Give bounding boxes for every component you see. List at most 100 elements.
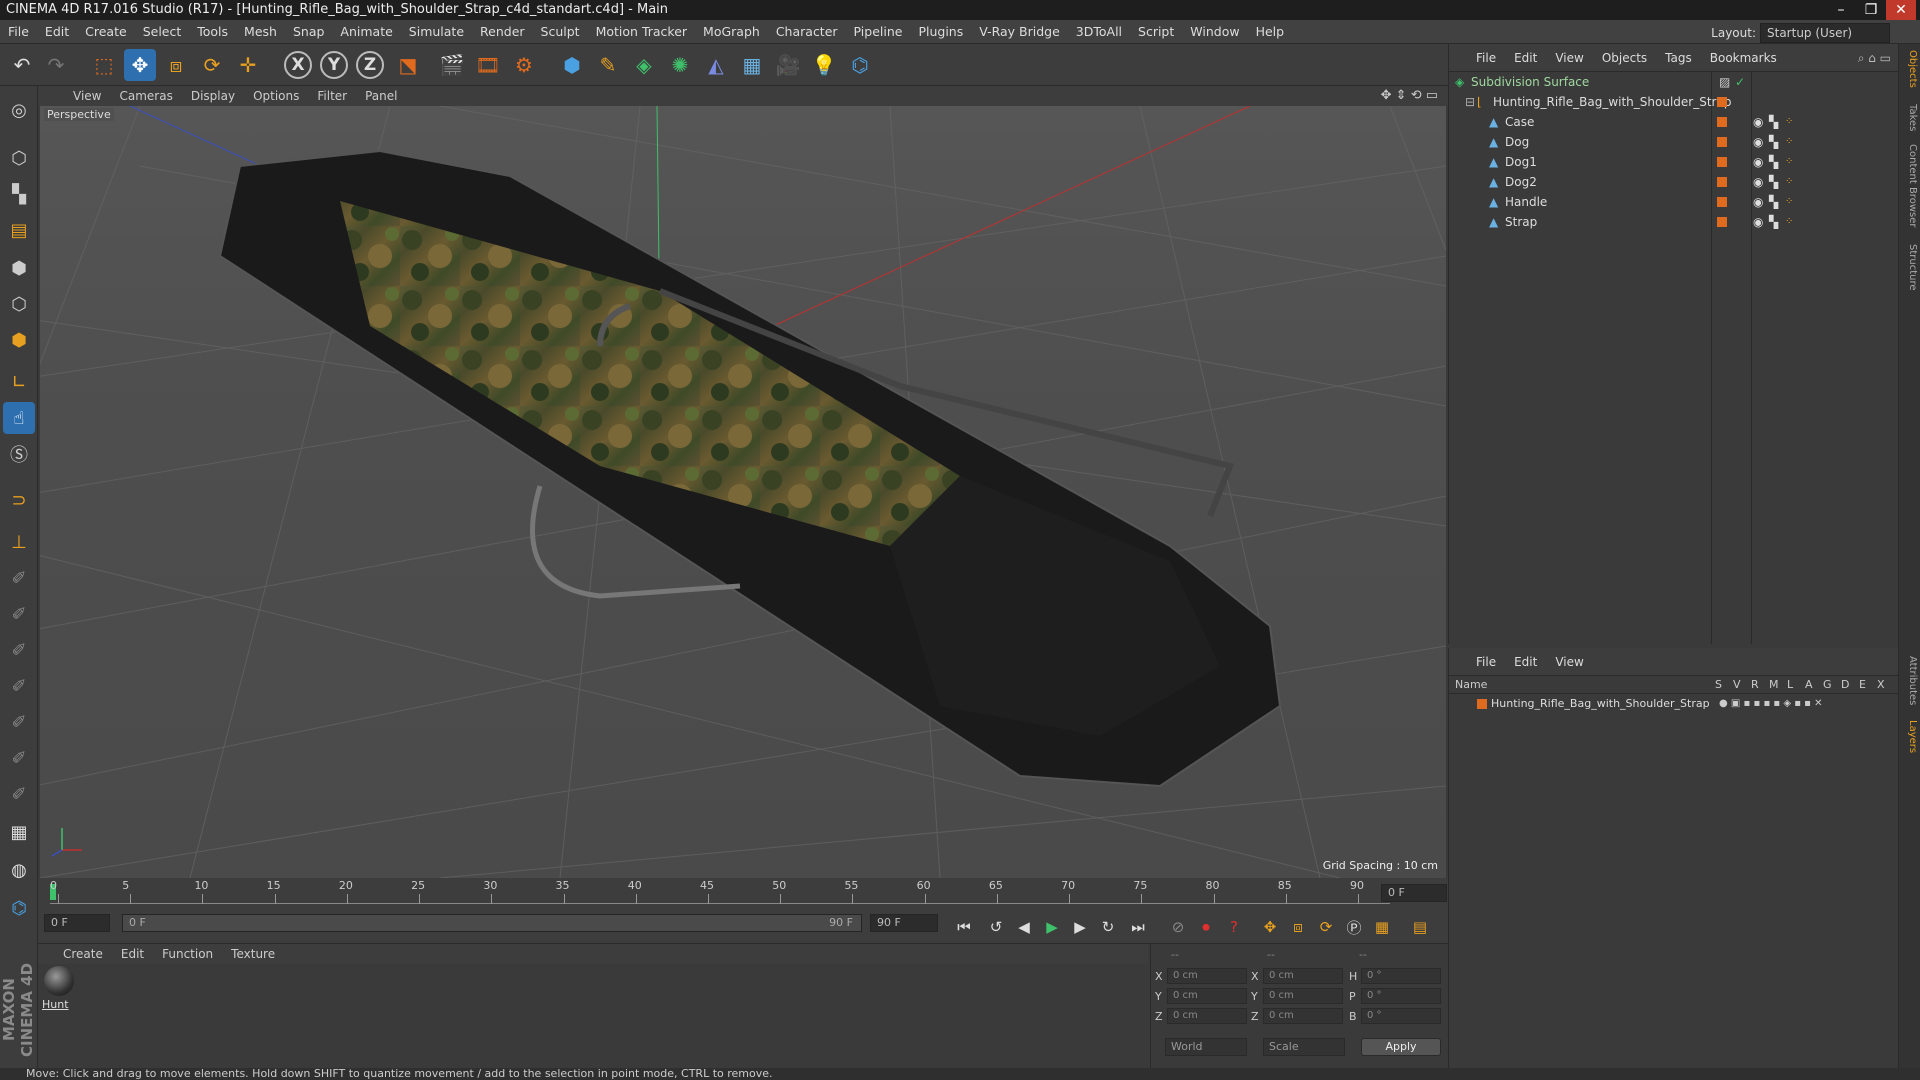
previous-frame-icon[interactable]: ◀ <box>1012 916 1036 938</box>
layer-color-swatch[interactable] <box>1717 137 1727 147</box>
enabled-check-icon[interactable]: ✓ <box>1735 72 1745 92</box>
texture-tag-icon[interactable]: ◉ <box>1753 152 1763 172</box>
layer-column-s[interactable]: S <box>1715 678 1722 691</box>
menu-sculpt[interactable]: Sculpt <box>533 20 588 44</box>
object-row-strap[interactable]: ▲ Strap ◉ ▚ ⁘ <box>1449 212 1899 232</box>
key-param-icon[interactable]: Ⓟ <box>1342 916 1366 938</box>
menu-simulate[interactable]: Simulate <box>401 20 472 44</box>
menu-pipeline[interactable]: Pipeline <box>846 20 911 44</box>
menu-tools[interactable]: Tools <box>189 20 236 44</box>
coord-field-pos-x[interactable]: 0 cm <box>1167 968 1247 984</box>
workplane-icon[interactable]: ⊥ <box>3 526 35 558</box>
layer-column-g[interactable]: G <box>1823 678 1832 691</box>
layer-color-swatch[interactable] <box>1717 217 1727 227</box>
material-menu-texture[interactable]: Texture <box>222 944 284 964</box>
floor-object-icon[interactable]: ▦ <box>736 49 768 81</box>
sculpt-pull-icon[interactable]: ✐ <box>3 778 35 810</box>
menu-render[interactable]: Render <box>472 20 533 44</box>
selection-tag-icon[interactable]: ⁘ <box>1785 212 1793 232</box>
key-scale-icon[interactable]: ⧈ <box>1286 916 1310 938</box>
viewport-nav-icons[interactable]: ✥ ⇕ ⟲ ▭ <box>1381 86 1438 106</box>
checker-material-icon[interactable]: ▚ <box>1769 192 1778 212</box>
make-editable-icon[interactable]: ◎ <box>3 94 35 126</box>
obj-menu-bookmarks[interactable]: Bookmarks <box>1701 44 1786 72</box>
python-icon[interactable]: ⌬ <box>844 49 876 81</box>
viewport-menu-options[interactable]: Options <box>244 86 308 106</box>
coord-field-pos-y[interactable]: 0 cm <box>1167 988 1247 1004</box>
checker-material-icon[interactable]: ▚ <box>1769 132 1778 152</box>
menu-help[interactable]: Help <box>1248 20 1293 44</box>
side-tab-layers[interactable]: Layers <box>1902 720 1918 753</box>
object-row-dog1[interactable]: ▲ Dog1 ◉ ▚ ⁘ <box>1449 152 1899 172</box>
x-axis-lock-icon[interactable]: X <box>284 51 312 79</box>
magnet-icon[interactable]: ⊃ <box>3 484 35 516</box>
menu-vray-bridge[interactable]: V-Ray Bridge <box>971 20 1068 44</box>
brush-p-icon[interactable]: ✐ <box>3 598 35 630</box>
object-row-group[interactable]: ⊟ ⌊ Hunting_Rifle_Bag_with_Shoulder_Stra… <box>1449 92 1899 112</box>
previous-key-icon[interactable]: ↺ <box>984 916 1008 938</box>
layer-row[interactable]: Hunting_Rifle_Bag_with_Shoulder_Strap ● … <box>1449 694 1899 714</box>
object-row-dog2[interactable]: ▲ Dog2 ◉ ▚ ⁘ <box>1449 172 1899 192</box>
key-pla-icon[interactable]: ▦ <box>1370 916 1394 938</box>
workplane-mode-icon[interactable]: ▤ <box>3 214 35 246</box>
key-rotation-icon[interactable]: ⟳ <box>1314 916 1338 938</box>
current-frame-field[interactable]: 0 F <box>1381 884 1447 902</box>
deformer-icon[interactable]: ◭ <box>700 49 732 81</box>
next-key-icon[interactable]: ↻ <box>1096 916 1120 938</box>
texture-tag-icon[interactable]: ◉ <box>1753 172 1763 192</box>
rifle-bag-model[interactable] <box>218 149 1282 788</box>
brush-ps-icon[interactable]: ✐ <box>3 670 35 702</box>
obj-menu-objects[interactable]: Objects <box>1593 44 1656 72</box>
axis-mode-icon[interactable]: ∟ <box>3 366 35 398</box>
coordinate-system-icon[interactable]: ⬔ <box>392 49 424 81</box>
render-settings-icon[interactable]: ⚙ <box>508 49 540 81</box>
minimize-button[interactable]: – <box>1826 0 1856 20</box>
menu-plugins[interactable]: Plugins <box>910 20 971 44</box>
side-tab-content-browser[interactable]: Content Browser <box>1902 144 1918 227</box>
timeline-track[interactable]: 0 5 10 15 20 25 30 35 40 45 50 55 60 65 70 75 80 85 90 <box>50 879 1390 904</box>
layer-menu-edit[interactable]: Edit <box>1505 648 1546 676</box>
layer-column-x[interactable]: X <box>1877 678 1885 691</box>
layer-column-v[interactable]: V <box>1733 678 1741 691</box>
rotate-tool-icon[interactable]: ⟳ <box>196 49 228 81</box>
object-row-case[interactable]: ▲ Case ◉ ▚ ⁘ <box>1449 112 1899 132</box>
layer-column-m[interactable]: M <box>1769 678 1779 691</box>
go-to-start-icon[interactable]: ⏮ <box>952 916 976 938</box>
menu-edit[interactable]: Edit <box>37 20 77 44</box>
material-menu-edit[interactable]: Edit <box>112 944 153 964</box>
selection-tag-icon[interactable]: ⁘ <box>1785 132 1793 152</box>
texture-tag-icon[interactable]: ◉ <box>1753 212 1763 232</box>
layer-color-swatch[interactable] <box>1717 177 1727 187</box>
go-to-end-icon[interactable]: ⏭ <box>1126 916 1150 938</box>
timeline-ruler[interactable]: 0 5 10 15 20 25 30 35 40 45 50 55 60 65 70 75 80 85 90 0 F <box>38 878 1448 908</box>
visibility-toggle-icon[interactable]: ▨ <box>1719 72 1730 92</box>
sculpt-smooth-icon[interactable]: ✐ <box>3 706 35 738</box>
transform-tool-icon[interactable]: ✛ <box>232 49 264 81</box>
viewport-menu-display[interactable]: Display <box>182 86 244 106</box>
material-menu-create[interactable]: Create <box>54 944 112 964</box>
live-selection-icon[interactable]: ⬚ <box>88 49 120 81</box>
layer-column-e[interactable]: E <box>1859 678 1866 691</box>
next-frame-icon[interactable]: ▶ <box>1068 916 1092 938</box>
menu-motion-tracker[interactable]: Motion Tracker <box>588 20 695 44</box>
material-swatch[interactable] <box>44 966 74 996</box>
sculpt-flatten-icon[interactable]: ✐ <box>3 742 35 774</box>
obj-menu-file[interactable]: File <box>1467 44 1505 72</box>
checker-material-icon[interactable]: ▚ <box>1769 152 1778 172</box>
undo-icon[interactable]: ↶ <box>6 49 38 81</box>
edges-mode-icon[interactable]: ⬡ <box>3 288 35 320</box>
python-script-icon[interactable]: ⌬ <box>3 892 35 924</box>
menu-mograph[interactable]: MoGraph <box>695 20 768 44</box>
expand-icon[interactable]: ⊟ <box>1465 92 1475 112</box>
selection-tag-icon[interactable]: ⁘ <box>1785 172 1793 192</box>
snap-settings-icon[interactable]: ◍ <box>3 854 35 886</box>
menu-select[interactable]: Select <box>135 20 190 44</box>
selection-tag-icon[interactable]: ⁘ <box>1785 112 1793 132</box>
coord-field-size-y[interactable]: 0 cm <box>1263 988 1343 1004</box>
object-row-dog[interactable]: ▲ Dog ◉ ▚ ⁘ <box>1449 132 1899 152</box>
render-view-icon[interactable]: 🎬 <box>436 49 468 81</box>
mograph-cloner-icon[interactable]: ✺ <box>664 49 696 81</box>
layer-color-swatch[interactable] <box>1477 699 1487 709</box>
viewport-menu-filter[interactable]: Filter <box>308 86 356 106</box>
layer-menu-file[interactable]: File <box>1467 648 1505 676</box>
